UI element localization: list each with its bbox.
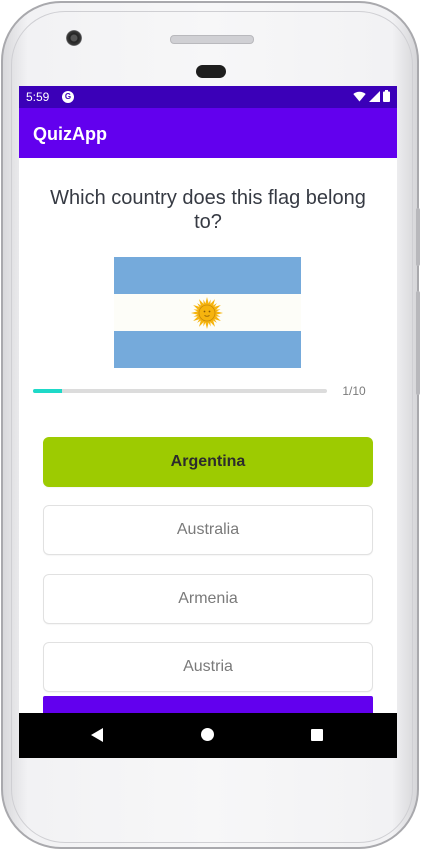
- status-icons: [353, 90, 390, 102]
- progress-bar-fill: [33, 389, 63, 393]
- quiz-content: Which country does this flag belong to?: [19, 158, 397, 746]
- back-icon[interactable]: [91, 728, 103, 742]
- recent-apps-icon[interactable]: [311, 729, 323, 741]
- front-camera-icon: [66, 30, 82, 46]
- signal-icon: [369, 90, 380, 102]
- option-armenia[interactable]: Armenia: [43, 574, 373, 624]
- sun-of-may-icon: [191, 297, 223, 329]
- option-argentina[interactable]: Argentina: [43, 437, 373, 487]
- flag-stripe-middle: [114, 294, 301, 331]
- progress-text: 1/10: [342, 384, 366, 398]
- progress-bar: [33, 389, 327, 393]
- flag-stripe-top: [114, 257, 301, 294]
- power-button: [416, 208, 420, 266]
- flag-stripe-bottom: [114, 331, 301, 368]
- home-icon[interactable]: [201, 728, 214, 741]
- option-austria[interactable]: Austria: [43, 642, 373, 692]
- app-bar: QuizApp: [19, 108, 397, 158]
- device-screen: 5:59 G QuizApp Which country does this f…: [19, 86, 397, 758]
- option-australia[interactable]: Australia: [43, 505, 373, 555]
- wifi-icon: [353, 91, 366, 101]
- system-nav-bar: [19, 713, 397, 758]
- volume-button: [416, 291, 420, 395]
- notification-app-icon: G: [62, 91, 74, 103]
- speaker-grille: [170, 35, 254, 44]
- app-title: QuizApp: [33, 124, 107, 144]
- battery-icon: [383, 90, 390, 102]
- earpiece: [196, 65, 226, 78]
- status-time: 5:59: [26, 90, 50, 104]
- flag-image: [114, 257, 301, 368]
- status-bar: 5:59 G: [19, 86, 397, 108]
- question-text: Which country does this flag belong to?: [50, 187, 366, 233]
